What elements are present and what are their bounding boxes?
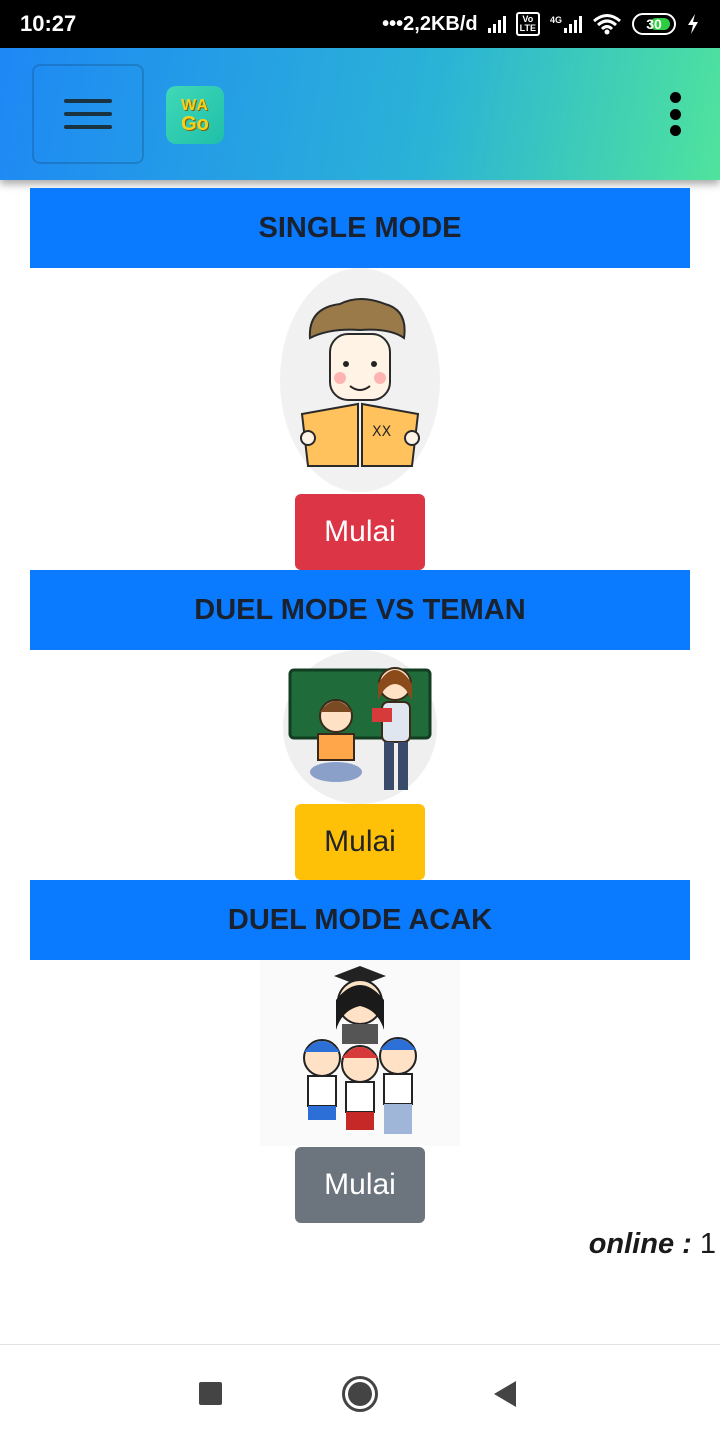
two-students-at-blackboard-image (280, 650, 440, 804)
online-label: online : (588, 1228, 692, 1260)
teacher-with-students-image (260, 960, 460, 1146)
more-vert-icon (669, 92, 681, 103)
status-time: 10:27 (20, 11, 77, 36)
system-nav-bar (0, 1344, 720, 1440)
duel-friend-mode-start-button[interactable]: Mulai (295, 804, 425, 880)
online-value: 1 (699, 1228, 716, 1260)
app-logo[interactable]: WA Go (166, 86, 224, 144)
signal-4g-icon: 4G (550, 15, 582, 33)
more-vert-button[interactable] (660, 88, 690, 140)
duel-random-mode-header: DUEL MODE ACAK (30, 880, 690, 960)
wifi-icon (593, 14, 621, 35)
network-speed: •••2,2KB/d (382, 12, 478, 35)
duel-friend-mode-header: DUEL MODE VS TEMAN (30, 570, 690, 650)
hamburger-menu-icon (64, 99, 112, 103)
back-icon[interactable] (494, 1381, 516, 1407)
svg-text:XX: XX (372, 424, 392, 440)
app-bar: WA Go (0, 48, 720, 180)
volte-icon: Vo LTE (515, 12, 540, 36)
status-bar: 10:27 •••2,2KB/d Vo LTE 4G 30 (0, 0, 720, 48)
home-icon[interactable] (342, 1376, 378, 1412)
duel-random-mode-start-button[interactable]: Mulai (295, 1147, 425, 1223)
hamburger-menu-button[interactable] (32, 64, 144, 164)
status-icons: •••2,2KB/d Vo LTE 4G 30 (382, 12, 700, 36)
single-mode-start-button[interactable]: Mulai (295, 494, 425, 570)
single-mode-header: SINGLE MODE (30, 188, 690, 268)
app-logo-text-bottom: Go (181, 113, 209, 135)
signal-icon (487, 15, 506, 33)
charging-icon (688, 14, 698, 34)
battery-icon: 30 (632, 13, 676, 35)
online-count: online : 1 (589, 1228, 716, 1261)
recent-apps-icon[interactable] (199, 1382, 222, 1405)
boy-reading-book-image: XX (280, 268, 440, 492)
